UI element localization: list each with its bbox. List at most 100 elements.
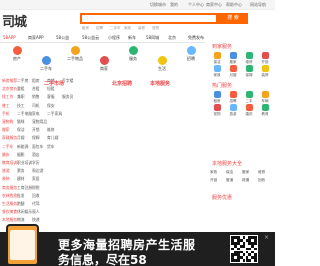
- list-link[interactable]: 商务服务: [2, 185, 17, 191]
- grid-item[interactable]: 旅游: [226, 104, 240, 117]
- list-link[interactable]: 家电: [32, 111, 40, 117]
- hot-word-link[interactable]: 租房: [82, 26, 89, 31]
- list-link[interactable]: 短租: [47, 86, 55, 92]
- list-link[interactable]: 租房: [32, 78, 40, 84]
- list-link[interactable]: 物流: [17, 217, 25, 223]
- list-link[interactable]: 婚庆: [2, 152, 10, 158]
- list-link[interactable]: 家居: [32, 176, 40, 182]
- service-link[interactable]: 搬家: [242, 170, 249, 175]
- app-download-banner[interactable]: 更多海量招聘房产生活服 务信息，尽在58 ×: [0, 224, 275, 266]
- topbar-link[interactable]: 网站导航: [250, 2, 266, 8]
- list-link[interactable]: 丽人: [32, 209, 40, 215]
- search-input[interactable]: [80, 13, 218, 24]
- list-link[interactable]: 财税: [32, 185, 40, 191]
- list-link[interactable]: 猫咪: [17, 119, 25, 125]
- grid-item[interactable]: 月嫂: [226, 65, 240, 78]
- service-link[interactable]: 保洁: [226, 170, 233, 175]
- list-link[interactable]: 技工: [17, 103, 25, 109]
- topbar-link[interactable]: 我的: [170, 2, 178, 8]
- list-link[interactable]: 旅游: [2, 168, 10, 174]
- list-link[interactable]: 兼职: [17, 94, 25, 100]
- grid-item[interactable]: 家政: [210, 65, 224, 78]
- hot-word-link[interactable]: 二手车: [110, 26, 121, 31]
- list-link[interactable]: 月嫂: [17, 135, 25, 141]
- list-link[interactable]: 教育培训: [2, 160, 17, 166]
- list-link[interactable]: 二手房: [17, 78, 28, 84]
- grid-item[interactable]: 装修: [258, 65, 272, 78]
- list-link[interactable]: 新房推荐: [2, 78, 17, 84]
- list-link[interactable]: 农林牧渔: [2, 193, 17, 199]
- list-link[interactable]: 票务: [17, 168, 25, 174]
- category-item[interactable]: 招聘: [180, 46, 202, 62]
- grid-item[interactable]: 宠物: [210, 104, 224, 117]
- hot-word-link[interactable]: 装修: [138, 26, 145, 31]
- service-link[interactable]: 疏通: [242, 178, 249, 183]
- nav-item[interactable]: 58公益: [56, 35, 69, 41]
- nav-item[interactable]: 58公益云: [82, 35, 99, 41]
- category-item[interactable]: 房产: [6, 46, 28, 62]
- list-link[interactable]: 找工作: [2, 94, 13, 100]
- category-item[interactable]: 生活: [151, 56, 173, 72]
- topbar-link[interactable]: 商家中心: [206, 2, 222, 8]
- list-link[interactable]: 维修: [47, 127, 55, 133]
- list-link[interactable]: 销售: [32, 94, 40, 100]
- list-link[interactable]: 手机: [2, 111, 10, 117]
- service-link[interactable]: 开锁: [210, 178, 217, 183]
- list-link[interactable]: 装修: [2, 176, 10, 182]
- list-link[interactable]: 宠物用品: [32, 119, 47, 125]
- list-link[interactable]: 保姆: [32, 135, 40, 141]
- list-link[interactable]: 餐饮美食: [2, 209, 17, 215]
- list-link[interactable]: 新能源: [17, 144, 28, 150]
- list-link[interactable]: 回收: [32, 193, 40, 199]
- service-link[interactable]: 维修: [258, 170, 265, 175]
- category-item[interactable]: 商家: [93, 56, 115, 72]
- grid-item[interactable]: 招聘: [226, 91, 240, 104]
- nav-item[interactable]: 免费发布: [188, 35, 204, 41]
- list-link[interactable]: 职业培训: [17, 160, 32, 166]
- grid-item[interactable]: 租房: [210, 91, 224, 104]
- grid-item[interactable]: 二手: [242, 91, 256, 104]
- list-link[interactable]: 北京房价: [2, 86, 17, 92]
- service-link[interactable]: 管道: [226, 178, 233, 183]
- list-link[interactable]: 二手家具: [47, 111, 62, 117]
- list-link[interactable]: 货车: [47, 144, 55, 150]
- list-link[interactable]: 二手电脑: [17, 111, 32, 117]
- list-link[interactable]: 保洁: [17, 127, 25, 133]
- nav-item[interactable]: 小程序: [108, 35, 120, 41]
- list-link[interactable]: 快递: [32, 217, 40, 223]
- grid-item[interactable]: 搬家: [226, 52, 240, 65]
- list-link[interactable]: 周边游: [32, 168, 43, 174]
- list-link[interactable]: 生活服务: [2, 201, 17, 207]
- grid-item[interactable]: 维修: [242, 52, 256, 65]
- service-link[interactable]: 家政: [210, 170, 217, 175]
- topbar-link[interactable]: 切换城市: [150, 2, 166, 8]
- nav-item[interactable]: 北京: [168, 35, 176, 41]
- list-link[interactable]: 客服: [47, 94, 55, 100]
- list-link[interactable]: 建材: [17, 176, 25, 182]
- list-link[interactable]: 服务员: [62, 94, 73, 100]
- grid-item[interactable]: 教育: [258, 104, 272, 117]
- grid-item[interactable]: 保洁: [210, 52, 224, 65]
- hot-word-link[interactable]: 宠物: [152, 26, 159, 31]
- service-link[interactable]: 回收: [258, 178, 265, 183]
- list-link[interactable]: 代驾: [32, 201, 40, 207]
- site-logo[interactable]: 司城: [2, 11, 27, 30]
- hot-word-link[interactable]: 家政: [124, 26, 131, 31]
- category-item[interactable]: 服务: [122, 46, 144, 62]
- topbar-link[interactable]: 个人中心: [188, 2, 204, 8]
- list-link[interactable]: 学历: [32, 160, 40, 166]
- list-link[interactable]: 搬家: [2, 127, 10, 133]
- list-link[interactable]: 批发: [17, 193, 25, 199]
- list-link[interactable]: 酒店: [32, 152, 40, 158]
- grid-item[interactable]: 婚庆: [242, 104, 256, 117]
- list-link[interactable]: 二手车: [2, 144, 13, 150]
- topbar-link[interactable]: 帮助中心: [226, 2, 242, 8]
- list-link[interactable]: 本地服务: [2, 217, 17, 223]
- category-item[interactable]: 二手物品: [64, 46, 86, 62]
- list-link[interactable]: 工商注册: [17, 185, 32, 191]
- close-icon[interactable]: ×: [264, 234, 269, 241]
- list-link[interactable]: 开锁: [32, 127, 40, 133]
- grid-item[interactable]: 保姆: [242, 65, 256, 78]
- list-link[interactable]: 整租: [17, 86, 25, 92]
- grid-item[interactable]: 车辆: [258, 91, 272, 104]
